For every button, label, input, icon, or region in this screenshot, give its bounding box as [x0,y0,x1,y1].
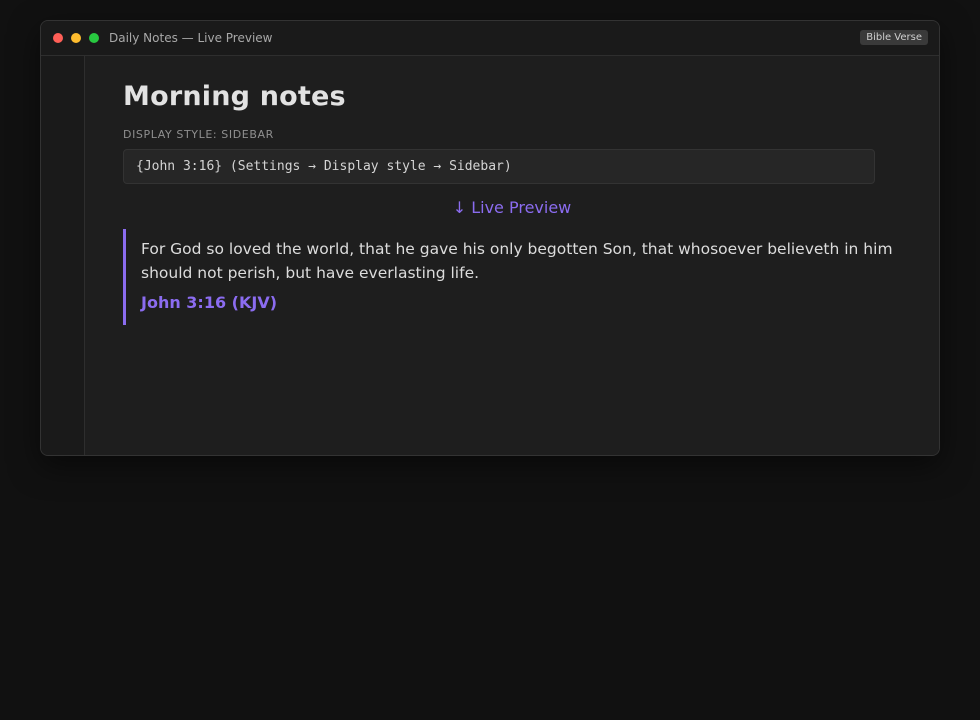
verse-reference: John 3:16 (KJV) [141,293,278,312]
verse-callout: For God so loved the world, that he gave… [123,229,898,325]
title-bar: Daily Notes — Live Preview Bible Verse [41,21,939,56]
live-preview-label: ↓ Live Preview [452,198,572,217]
window-controls [53,33,107,43]
editor-pane[interactable]: Morning notes DISPLAY STYLE: SIDEBAR {Jo… [85,56,939,455]
note-title: Morning notes [123,81,346,112]
maximize-window-button[interactable] [89,33,99,43]
close-window-button[interactable] [53,33,63,43]
sidebar [41,56,85,455]
plugin-badge: Bible Verse [860,30,928,45]
minimize-window-button[interactable] [71,33,81,43]
verse-code-block[interactable]: {John 3:16} (Settings → Display style → … [123,149,875,184]
display-style-label: DISPLAY STYLE: SIDEBAR [123,128,274,141]
verse-text: For God so loved the world, that he gave… [141,240,893,282]
window-title: Daily Notes — Live Preview [109,31,273,45]
app-window: Daily Notes — Live Preview Bible Verse M… [40,20,940,456]
